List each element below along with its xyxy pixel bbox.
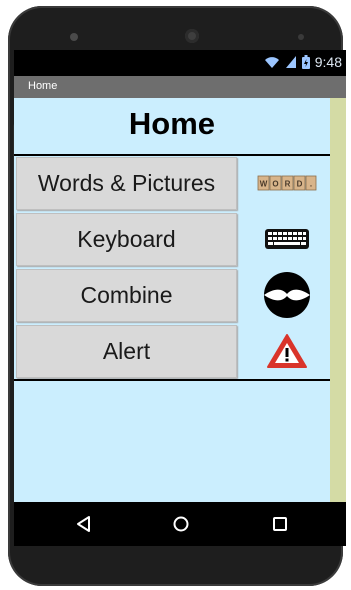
top-divider xyxy=(14,154,330,156)
earpiece-dot xyxy=(70,33,78,41)
status-time: 9:48 xyxy=(314,54,342,70)
word-tiles-icon[interactable]: W O R D . xyxy=(252,157,322,208)
keyboard-button[interactable]: Keyboard xyxy=(16,213,237,266)
recents-icon[interactable] xyxy=(270,514,290,534)
right-strip xyxy=(330,98,346,502)
keyboard-icon[interactable] xyxy=(252,213,322,264)
app-screen: Home Words & Pictures W O R D . Keyboard xyxy=(14,98,346,502)
home-icon[interactable] xyxy=(171,514,191,534)
word-tile-r: R xyxy=(285,179,291,188)
word-tile-o: O xyxy=(272,179,278,188)
word-tile-w: W xyxy=(260,179,268,188)
alert-button[interactable]: Alert xyxy=(16,325,237,378)
combine-icon[interactable] xyxy=(252,269,322,320)
page-title: Home xyxy=(128,106,216,141)
bottom-divider xyxy=(14,379,330,381)
back-icon[interactable] xyxy=(74,514,94,534)
app-title: Home xyxy=(28,80,58,92)
app-title-bar: Home xyxy=(14,76,346,98)
combine-button[interactable]: Combine xyxy=(16,269,237,322)
signal-icon xyxy=(285,56,296,68)
sensor-dot xyxy=(298,34,304,40)
nav-bar xyxy=(14,502,346,546)
battery-icon xyxy=(301,55,310,69)
words-pictures-button[interactable]: Words & Pictures xyxy=(16,157,237,210)
word-tile-d: D xyxy=(297,179,303,188)
warning-icon[interactable] xyxy=(252,325,322,376)
status-bar: 9:48 xyxy=(14,50,346,76)
camera-icon xyxy=(185,29,199,43)
word-tile-dot: . xyxy=(310,179,312,188)
wifi-icon xyxy=(264,57,279,68)
